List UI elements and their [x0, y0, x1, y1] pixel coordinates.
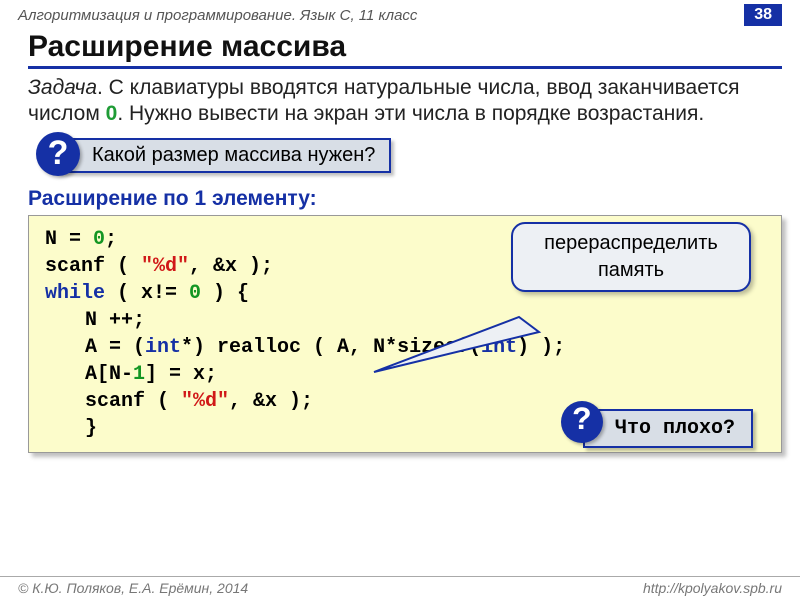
- code-block: N = 0; scanf ( "%d", &x ); while ( x!= 0…: [28, 215, 782, 453]
- slide-title: Расширение массива: [28, 30, 782, 69]
- question-2: ? Что плохо?: [583, 409, 753, 448]
- course-name: Алгоритмизация и программирование. Язык …: [18, 7, 417, 24]
- task-zero: 0: [106, 102, 118, 125]
- subheading: Расширение по 1 элементу:: [28, 187, 800, 211]
- header-bar: Алгоритмизация и программирование. Язык …: [0, 0, 800, 28]
- callout-tail-icon: [369, 312, 549, 382]
- task-body-2: . Нужно вывести на экран эти числа в пор…: [117, 102, 704, 125]
- question-1-text: Какой размер массива нужен?: [56, 138, 391, 173]
- task-text: Задача. С клавиатуры вводятся натуральны…: [28, 75, 772, 128]
- question-2-text: Что плохо?: [583, 409, 753, 448]
- question-mark-icon: ?: [561, 401, 603, 443]
- callout-realloc: перераспределить память: [511, 222, 751, 292]
- footer: © К.Ю. Поляков, Е.А. Ерёмин, 2014 http:/…: [0, 576, 800, 596]
- question-mark-icon: ?: [36, 132, 80, 176]
- slide: Алгоритмизация и программирование. Язык …: [0, 0, 800, 600]
- footer-copyright: © К.Ю. Поляков, Е.А. Ерёмин, 2014: [18, 580, 248, 596]
- question-1: ? Какой размер массива нужен?: [56, 138, 800, 173]
- page-number: 38: [744, 4, 782, 26]
- task-label: Задача: [28, 76, 97, 99]
- footer-url: http://kpolyakov.spb.ru: [643, 580, 782, 596]
